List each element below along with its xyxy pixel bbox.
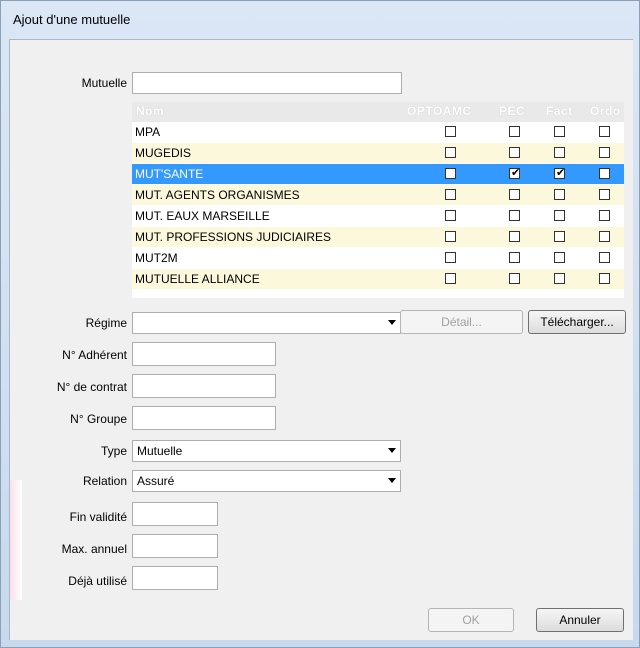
annuler-button[interactable]: Annuler — [536, 608, 624, 632]
checkbox-optoamc[interactable] — [445, 231, 456, 242]
fin-validite-label: Fin validité — [69, 510, 127, 524]
type-select[interactable]: Mutuelle — [132, 440, 401, 462]
grid-row[interactable]: MUTUELLE ALLIANCE — [132, 269, 624, 289]
grid-row[interactable]: MUT'SANTE ✔ ✔ — [132, 164, 624, 184]
contrat-label: N° de contrat — [56, 380, 127, 394]
grid-row-name: MPA — [135, 125, 161, 139]
check-icon: ✔ — [556, 167, 566, 179]
grid-row-name: MUTUELLE ALLIANCE — [135, 272, 260, 286]
checkbox-optoamc[interactable] — [445, 168, 456, 179]
grid-row[interactable]: MUGEDIS — [132, 143, 624, 163]
grid-row-name: MUT2M — [135, 251, 178, 265]
adherent-input[interactable] — [132, 342, 276, 366]
grid-row[interactable]: MUT2M — [132, 248, 624, 268]
deja-utilise-label: Déjà utilisé — [68, 574, 127, 588]
grid-header-nom[interactable]: Nom — [136, 104, 164, 118]
checkbox-pec[interactable] — [509, 189, 520, 200]
mutuelle-grid[interactable]: Nom OPTOAMC PEC Fact Ordo MPA MUGEDIS MUT'… — [132, 102, 624, 298]
checkbox-optoamc[interactable] — [445, 147, 456, 158]
chevron-down-icon — [388, 448, 396, 453]
dialog-window: Ajout d'une mutuelle Mutuelle Nom OPTOAM… — [0, 0, 640, 648]
fin-validite-input[interactable] — [132, 502, 218, 526]
checkbox-ordo[interactable] — [599, 273, 610, 284]
check-icon: ✔ — [511, 167, 521, 179]
grid-row-name: MUT. PROFESSIONS JUDICIAIRES — [135, 230, 332, 244]
grid-header: Nom OPTOAMC PEC Fact Ordo — [132, 102, 624, 122]
checkbox-ordo[interactable] — [599, 189, 610, 200]
checkbox-pec[interactable] — [509, 126, 520, 137]
grid-row-name: MUT. EAUX MARSEILLE — [135, 209, 270, 223]
grid-header-fact[interactable]: Fact — [546, 104, 573, 118]
grid-row[interactable]: MUT. EAUX MARSEILLE — [132, 206, 624, 226]
checkbox-pec[interactable] — [509, 252, 520, 263]
mutuelle-input[interactable] — [132, 72, 402, 94]
grid-row[interactable]: MUT. PROFESSIONS JUDICIAIRES — [132, 227, 624, 247]
checkbox-fact[interactable] — [554, 273, 565, 284]
title-bar[interactable]: Ajout d'une mutuelle — [1, 1, 639, 39]
checkbox-fact[interactable] — [554, 126, 565, 137]
telecharger-button[interactable]: Télécharger... — [528, 310, 626, 334]
dialog-client-area: Mutuelle Nom OPTOAMC PEC Fact Ordo MPA MU… — [9, 39, 633, 640]
relation-select[interactable]: Assuré — [132, 470, 401, 492]
checkbox-ordo[interactable] — [599, 126, 610, 137]
checkbox-pec[interactable] — [509, 273, 520, 284]
checkbox-pec[interactable] — [509, 231, 520, 242]
checkbox-pec[interactable]: ✔ — [509, 167, 521, 179]
checkbox-fact[interactable]: ✔ — [554, 167, 566, 179]
detail-button[interactable]: Détail... — [400, 310, 523, 334]
checkbox-fact[interactable] — [554, 231, 565, 242]
grid-header-ordo[interactable]: Ordo — [590, 104, 621, 118]
checkbox-fact[interactable] — [554, 189, 565, 200]
groupe-input[interactable] — [132, 406, 276, 430]
grid-row-name: MUT'SANTE — [135, 167, 204, 181]
checkbox-ordo[interactable] — [599, 252, 610, 263]
adherent-label: N° Adhérent — [62, 348, 127, 362]
ok-button-label: OK — [462, 613, 480, 627]
grid-row[interactable]: MPA — [132, 122, 624, 142]
checkbox-fact[interactable] — [554, 252, 565, 263]
relation-label: Relation — [82, 474, 127, 488]
checkbox-optoamc[interactable] — [445, 126, 456, 137]
checkbox-ordo[interactable] — [599, 231, 610, 242]
grid-header-pec[interactable]: PEC — [499, 104, 525, 118]
grid-row[interactable]: MUT. AGENTS ORGANISMES — [132, 185, 624, 205]
deja-utilise-input[interactable] — [132, 566, 218, 590]
chevron-down-icon — [388, 320, 396, 325]
checkbox-optoamc[interactable] — [445, 210, 456, 221]
max-annuel-input[interactable] — [132, 534, 218, 558]
checkbox-pec[interactable] — [509, 147, 520, 158]
contrat-input[interactable] — [132, 374, 276, 398]
checkbox-optoamc[interactable] — [445, 273, 456, 284]
ok-button[interactable]: OK — [428, 608, 514, 632]
window-title: Ajout d'une mutuelle — [13, 12, 131, 27]
grid-row-name: MUT. AGENTS ORGANISMES — [135, 188, 300, 202]
checkbox-pec[interactable] — [509, 210, 520, 221]
grid-header-optoamc[interactable]: OPTOAMC — [407, 104, 472, 118]
grid-row-name: MUGEDIS — [135, 146, 192, 160]
relation-select-value: Assuré — [137, 474, 175, 488]
groupe-label: N° Groupe — [70, 412, 127, 426]
type-select-value: Mutuelle — [137, 444, 183, 458]
checkbox-optoamc[interactable] — [445, 189, 456, 200]
checkbox-ordo[interactable] — [599, 210, 610, 221]
telecharger-button-label: Télécharger... — [540, 315, 614, 329]
regime-select[interactable] — [132, 312, 401, 334]
mutuelle-label: Mutuelle — [81, 76, 127, 90]
checkbox-fact[interactable] — [554, 210, 565, 221]
max-annuel-label: Max. annuel — [61, 542, 127, 556]
annuler-button-label: Annuler — [559, 613, 601, 627]
checkbox-ordo[interactable] — [599, 168, 610, 179]
regime-label: Régime — [85, 316, 127, 330]
detail-button-label: Détail... — [441, 315, 482, 329]
checkbox-ordo[interactable] — [599, 147, 610, 158]
type-label: Type — [100, 444, 127, 458]
checkbox-fact[interactable] — [554, 147, 565, 158]
chevron-down-icon — [388, 478, 396, 483]
checkbox-optoamc[interactable] — [445, 252, 456, 263]
